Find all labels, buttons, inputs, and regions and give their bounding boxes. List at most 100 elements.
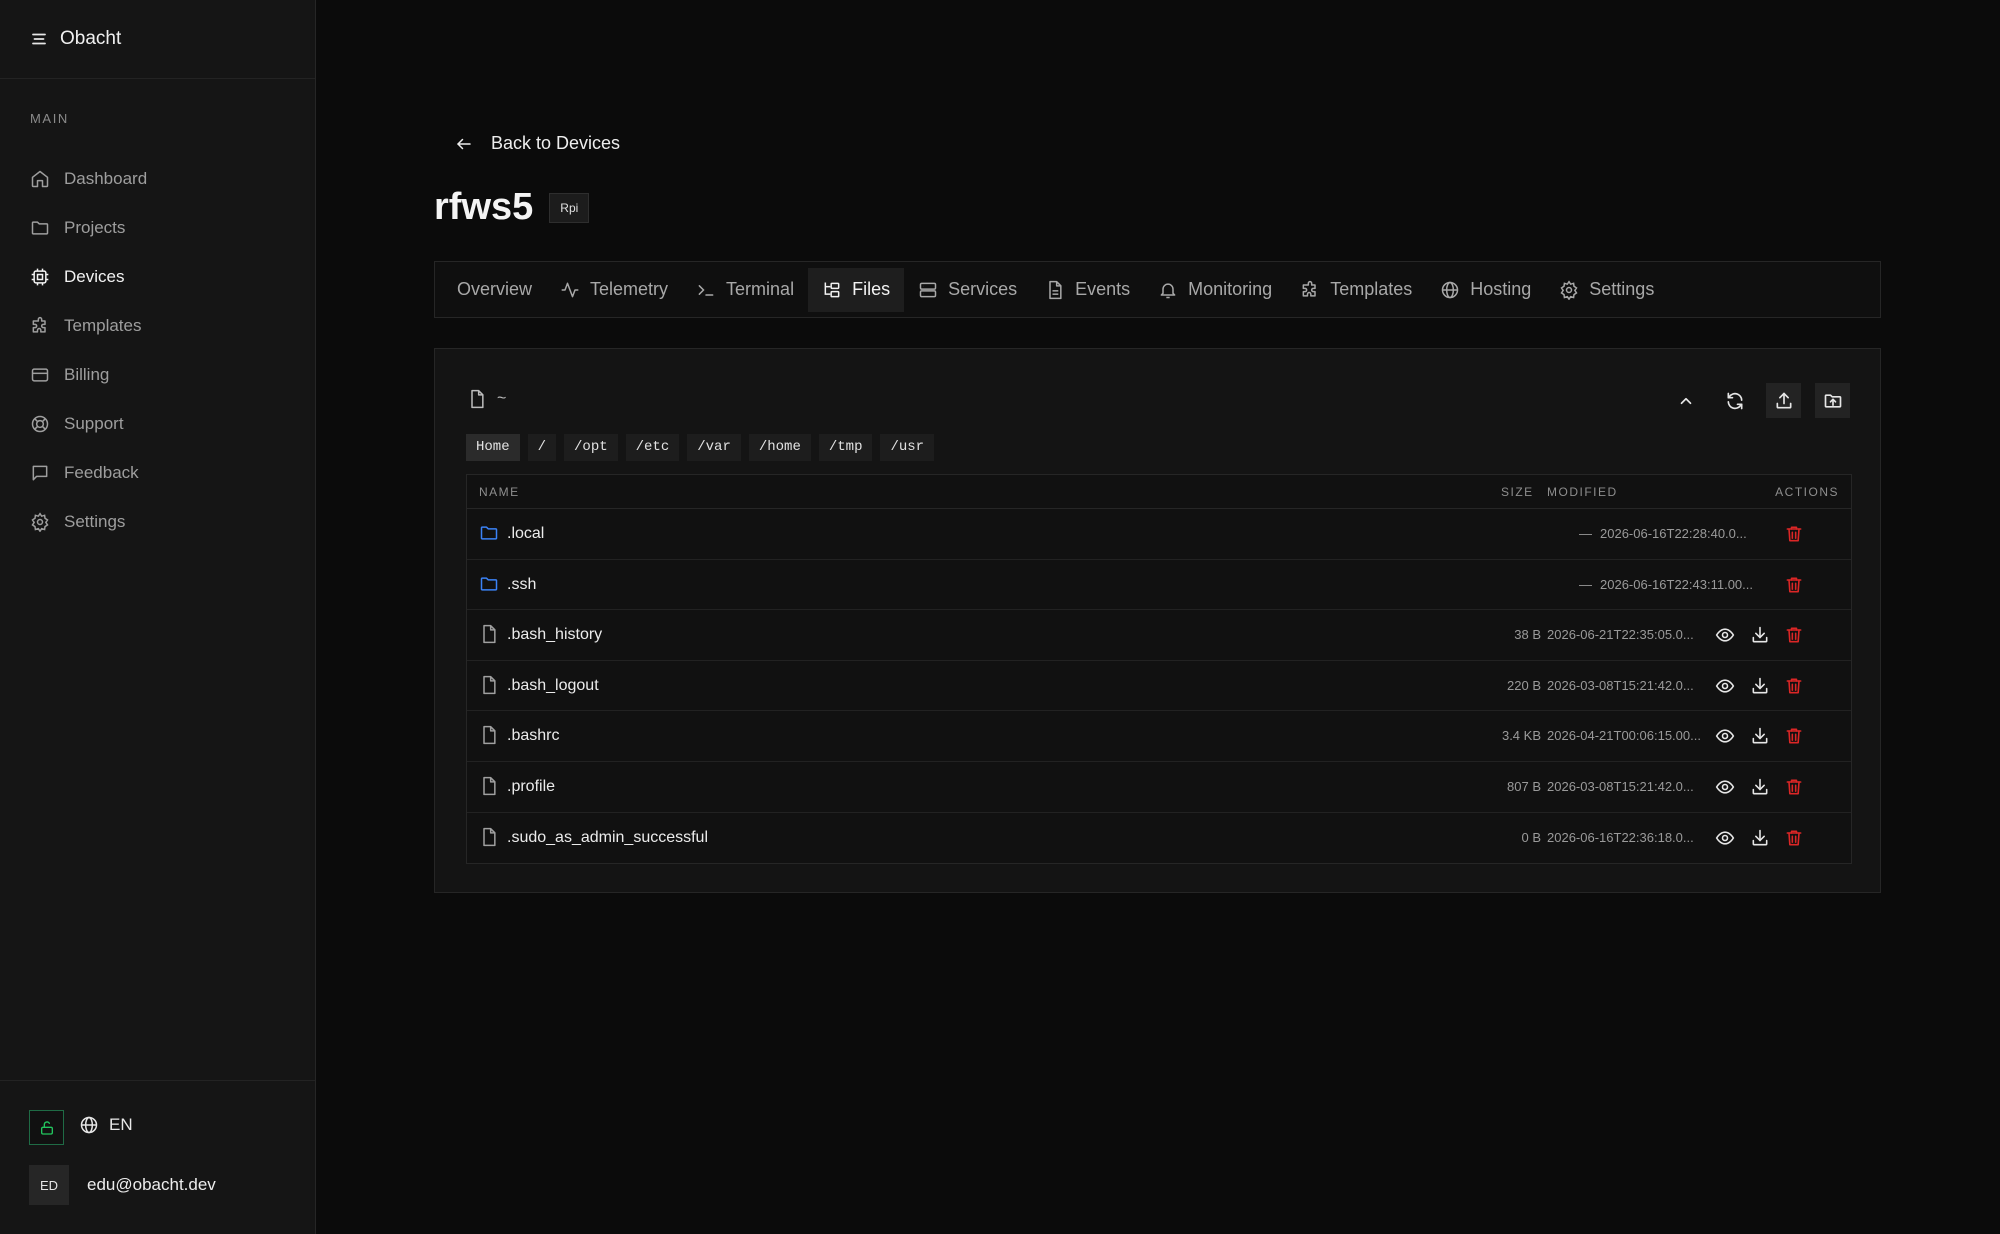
file-size: — — [1579, 576, 1592, 592]
menu-icon[interactable] — [30, 30, 48, 48]
upload-folder-button[interactable] — [1815, 383, 1850, 418]
trash-icon[interactable] — [1784, 524, 1804, 544]
tab-overview[interactable]: Overview — [443, 268, 546, 312]
sidebar-item-dashboard[interactable]: Dashboard — [0, 154, 315, 203]
sidebar: Obacht MAIN Dashboard Projects Devices T… — [0, 0, 316, 1234]
quick-path-root[interactable]: / — [527, 434, 557, 461]
file-name[interactable]: .sudo_as_admin_successful — [507, 829, 708, 847]
quick-path-etc[interactable]: /etc — [625, 434, 680, 461]
bell-icon — [1158, 280, 1178, 300]
sidebar-item-templates[interactable]: Templates — [0, 301, 315, 350]
tab-files[interactable]: Files — [808, 267, 905, 312]
quick-path-opt[interactable]: /opt — [564, 434, 618, 461]
file-table: NAME SIZE MODIFIED ACTIONS .local — 2026… — [466, 474, 1852, 865]
eye-icon[interactable] — [1715, 676, 1735, 696]
tab-services[interactable]: Services — [904, 268, 1031, 312]
upload-file-button[interactable] — [1766, 383, 1801, 418]
column-modified[interactable]: MODIFIED — [1547, 485, 1618, 499]
sidebar-item-feedback[interactable]: Feedback — [0, 448, 315, 497]
sidebar-item-label: Settings — [64, 511, 126, 531]
trash-icon[interactable] — [1784, 777, 1804, 797]
sidebar-item-support[interactable]: Support — [0, 399, 315, 448]
sidebar-item-settings[interactable]: Settings — [0, 497, 315, 546]
file-size: 38 B — [1514, 627, 1541, 643]
quick-path-home[interactable]: Home — [466, 434, 520, 461]
sidebar-item-devices[interactable]: Devices — [0, 252, 315, 301]
tab-hosting[interactable]: Hosting — [1426, 268, 1545, 312]
sidebar-item-billing[interactable]: Billing — [0, 350, 315, 399]
folder-tree-icon — [822, 280, 842, 300]
terminal-icon — [696, 280, 716, 300]
file-name[interactable]: .bash_history — [507, 626, 602, 644]
language-switcher[interactable]: EN — [79, 1115, 133, 1135]
tab-monitoring[interactable]: Monitoring — [1144, 268, 1286, 312]
trash-icon[interactable] — [1784, 828, 1804, 848]
eye-icon[interactable] — [1715, 625, 1735, 645]
trash-icon[interactable] — [1784, 625, 1804, 645]
trash-icon[interactable] — [1784, 726, 1804, 746]
quick-path-var[interactable]: /var — [687, 434, 741, 461]
brand[interactable]: Obacht — [0, 0, 315, 79]
tab-settings[interactable]: Settings — [1545, 268, 1668, 312]
eye-icon[interactable] — [1715, 777, 1735, 797]
column-name[interactable]: NAME — [479, 485, 520, 499]
file-name[interactable]: .bash_logout — [507, 677, 599, 695]
folder-icon — [479, 574, 499, 594]
folder-icon — [479, 523, 499, 543]
quick-path-tmp[interactable]: /tmp — [818, 434, 873, 461]
refresh-button[interactable] — [1717, 383, 1752, 418]
file-modified: 2026-03-08T15:21:42.0... — [1547, 677, 1694, 693]
tab-label: Events — [1075, 279, 1131, 299]
download-icon[interactable] — [1750, 625, 1770, 645]
download-icon[interactable] — [1750, 828, 1770, 848]
tab-label: Telemetry — [590, 279, 669, 299]
table-row[interactable]: .bashrc 3.4 KB 2026-04-21T00:06:15.00... — [467, 711, 1851, 762]
table-row[interactable]: .ssh — 2026-06-16T22:43:11.00... — [467, 560, 1851, 611]
file-size: 807 B — [1507, 778, 1541, 794]
file-icon — [479, 776, 499, 796]
trash-icon[interactable] — [1784, 676, 1804, 696]
eye-icon[interactable] — [1715, 726, 1735, 746]
file-modified: 2026-06-21T22:35:05.0... — [1547, 627, 1694, 643]
file-text-icon — [1045, 280, 1065, 300]
tab-label: Services — [948, 279, 1018, 299]
file-modified: 2026-06-16T22:43:11.00... — [1600, 576, 1753, 592]
file-name[interactable]: .profile — [507, 778, 555, 796]
download-icon[interactable] — [1750, 726, 1770, 746]
table-row[interactable]: .local — 2026-06-16T22:28:40.0... — [467, 509, 1851, 560]
table-row[interactable]: .bash_history 38 B 2026-06-21T22:35:05.0… — [467, 610, 1851, 661]
globe-icon — [79, 1115, 99, 1135]
eye-icon[interactable] — [1715, 828, 1735, 848]
download-icon[interactable] — [1750, 777, 1770, 797]
globe-icon — [1440, 280, 1460, 300]
file-name[interactable]: .ssh — [507, 576, 536, 594]
quick-path-home-dir[interactable]: /home — [748, 434, 811, 461]
tab-label: Settings — [1589, 279, 1655, 299]
tab-label: Hosting — [1470, 279, 1532, 299]
file-name[interactable]: .bashrc — [507, 727, 559, 745]
file-size: 0 B — [1521, 829, 1541, 845]
back-to-devices-link[interactable]: Back to Devices — [455, 133, 620, 154]
parent-dir-button[interactable] — [1668, 383, 1703, 418]
tab-terminal[interactable]: Terminal — [682, 268, 808, 312]
file-icon — [467, 389, 487, 409]
download-icon[interactable] — [1750, 676, 1770, 696]
table-row[interactable]: .sudo_as_admin_successful 0 B 2026-06-16… — [467, 813, 1851, 864]
user-menu[interactable]: ED edu@obacht.dev — [29, 1165, 216, 1205]
quick-path-usr[interactable]: /usr — [880, 434, 935, 461]
gear-icon — [1559, 279, 1579, 300]
tab-telemetry[interactable]: Telemetry — [546, 268, 682, 312]
sidebar-item-label: Projects — [64, 217, 126, 237]
sidebar-item-projects[interactable]: Projects — [0, 203, 315, 252]
lock-button[interactable] — [29, 1110, 64, 1145]
tab-events[interactable]: Events — [1031, 268, 1144, 312]
file-name[interactable]: .local — [507, 525, 544, 543]
tab-label: Files — [852, 279, 891, 299]
column-size[interactable]: SIZE — [1501, 485, 1534, 499]
folder-icon — [30, 218, 50, 238]
tab-label: Terminal — [726, 279, 795, 299]
tab-templates[interactable]: Templates — [1286, 268, 1426, 312]
table-row[interactable]: .profile 807 B 2026-03-08T15:21:42.0... — [467, 762, 1851, 813]
trash-icon[interactable] — [1784, 575, 1804, 595]
table-row[interactable]: .bash_logout 220 B 2026-03-08T15:21:42.0… — [467, 661, 1851, 712]
